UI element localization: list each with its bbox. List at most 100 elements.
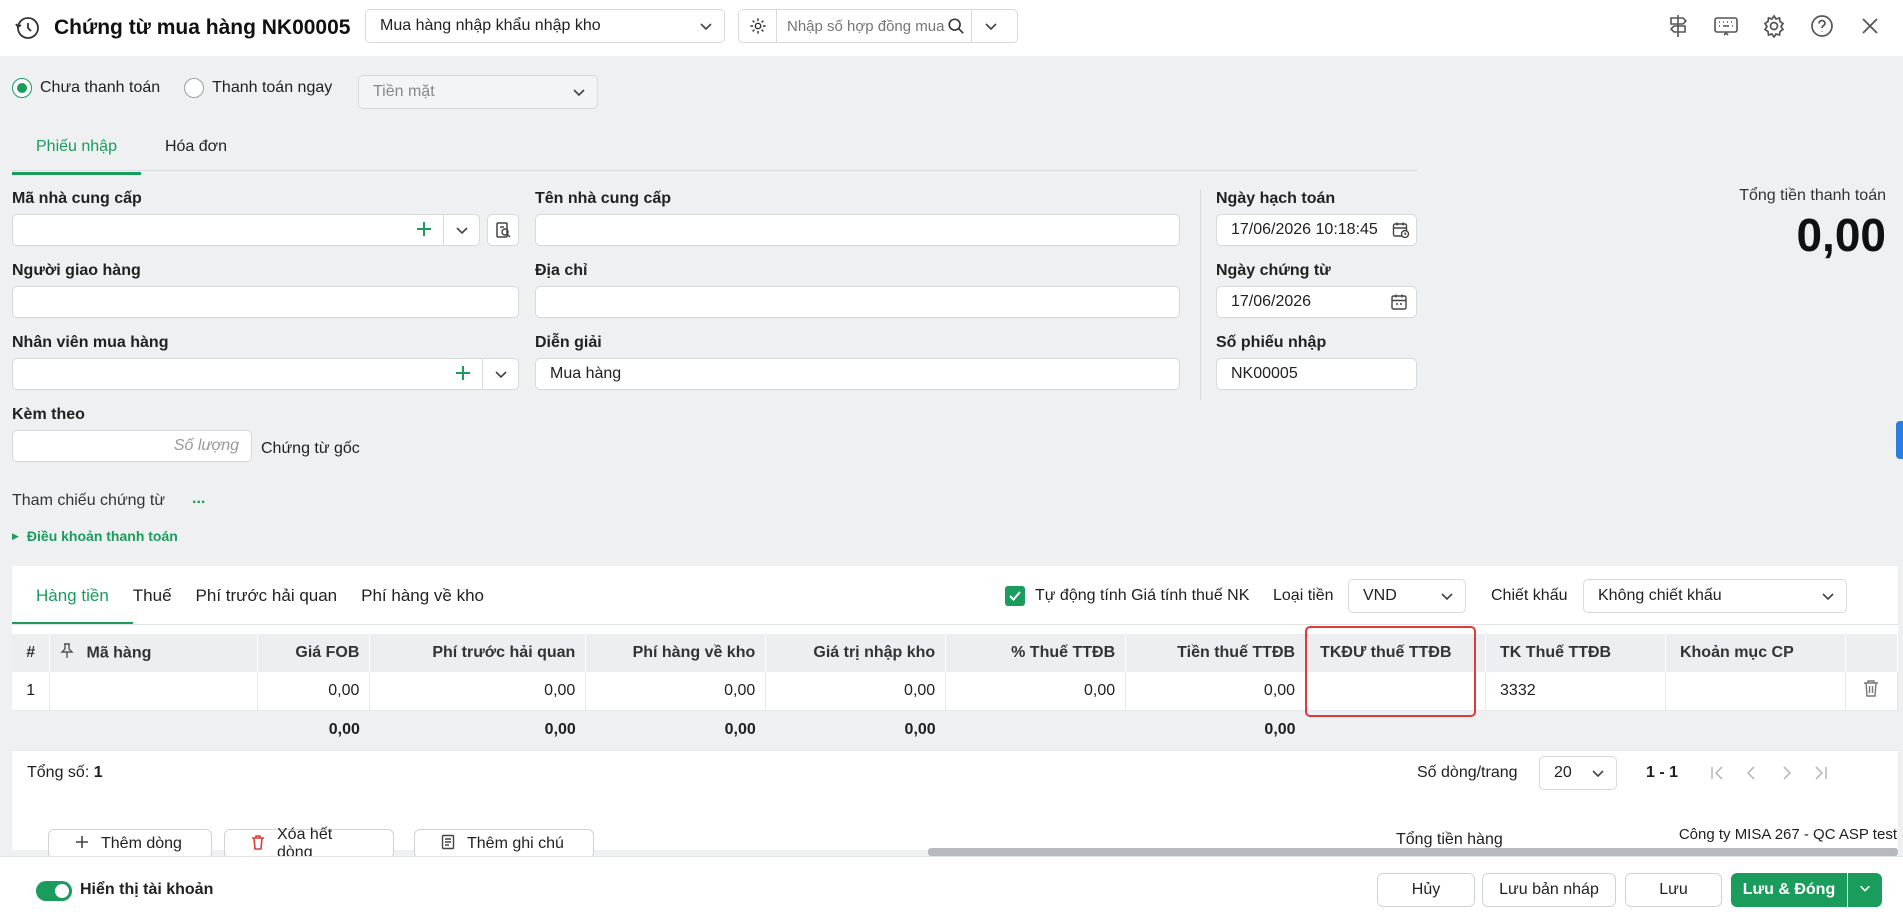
col-stock-value[interactable]: Giá trị nhập kho <box>765 634 947 672</box>
col-item-code[interactable]: Mã hàng <box>49 634 259 672</box>
cell-excise-rate[interactable]: 0,00 <box>945 672 1127 711</box>
keyboard-icon[interactable] <box>1713 12 1739 40</box>
signpost-icon[interactable] <box>1665 12 1691 40</box>
discount-select[interactable]: Không chiết khấu <box>1583 579 1847 613</box>
cell-cost-item[interactable] <box>1665 672 1846 711</box>
page-title: Chứng từ mua hàng NK00005 <box>54 16 351 39</box>
quantity-input[interactable]: Số lượng <box>12 430 252 462</box>
currency-label: Loại tiền <box>1273 587 1334 604</box>
cell-excise-account[interactable]: 3332 <box>1485 672 1666 711</box>
add-note-button[interactable]: Thêm ghi chú <box>414 829 594 856</box>
tab-receipt[interactable]: Phiếu nhập <box>12 130 141 175</box>
first-page-icon[interactable] <box>1708 764 1728 787</box>
receipt-no-input[interactable]: NK00005 <box>1216 358 1417 390</box>
cell-warehouse-fee[interactable]: 0,00 <box>585 672 767 711</box>
history-icon[interactable] <box>12 13 42 43</box>
cell-item-code[interactable] <box>49 672 259 711</box>
doc-date-input[interactable]: 17/06/2026 <box>1216 286 1417 318</box>
prev-page-icon[interactable] <box>1742 764 1762 787</box>
total-payment-value: 0,00 <box>1796 209 1886 261</box>
save-button[interactable]: Lưu <box>1625 873 1722 907</box>
clipboard-search-icon[interactable] <box>487 214 519 246</box>
save-close-button[interactable]: Lưu & Đóng <box>1731 873 1847 907</box>
rows-per-page-value: 20 <box>1554 764 1572 781</box>
search-icon[interactable] <box>947 17 971 35</box>
sum-index <box>12 710 50 751</box>
horizontal-scrollbar[interactable] <box>928 848 1898 856</box>
cell-excise-amount[interactable]: 0,00 <box>1125 672 1307 711</box>
next-page-icon[interactable] <box>1776 764 1796 787</box>
col-warehouse-fee[interactable]: Phí hàng về kho <box>585 634 767 672</box>
side-panel-handle[interactable] <box>1896 421 1903 459</box>
cell-pre-customs-fee[interactable]: 0,00 <box>369 672 587 711</box>
col-excise-amount[interactable]: Tiền thuế TTĐB <box>1125 634 1307 672</box>
col-excise-rate[interactable]: % Thuế TTĐB <box>945 634 1127 672</box>
pin-icon[interactable] <box>60 642 75 664</box>
auto-calc-option[interactable]: Tự động tính Giá tính thuế NK <box>1005 586 1249 606</box>
save-draft-button[interactable]: Lưu bản nháp <box>1482 873 1616 907</box>
add-row-button[interactable]: Thêm dòng <box>48 829 212 856</box>
payment-method-select[interactable]: Tiền mặt <box>358 75 598 109</box>
tabs-divider <box>12 170 1417 171</box>
sum-empty <box>1845 710 1898 751</box>
supplier-code-input[interactable] <box>12 214 480 246</box>
gear-icon[interactable] <box>739 10 777 42</box>
show-account-toggle[interactable] <box>36 881 72 901</box>
calendar-icon[interactable] <box>1390 293 1408 316</box>
close-icon[interactable] <box>1857 12 1883 40</box>
tab-pre-customs-fee[interactable]: Phí trước hải quan <box>184 570 350 625</box>
discount-label: Chiết khấu <box>1491 587 1568 604</box>
doc-date-label: Ngày chứng từ <box>1216 262 1331 279</box>
reference-more-link[interactable]: ... <box>192 490 205 508</box>
delete-all-button[interactable]: Xóa hết dòng <box>224 826 394 856</box>
checkbox-checked-icon[interactable] <box>1005 586 1025 606</box>
tab-warehouse-fee[interactable]: Phí hàng về kho <box>349 570 496 625</box>
radio-unpaid-label: Chưa thanh toán <box>40 79 161 96</box>
supplier-name-label: Tên nhà cung cấp <box>535 190 672 207</box>
col-item-code-label: Mã hàng <box>86 644 152 662</box>
cell-fob[interactable]: 0,00 <box>257 672 371 711</box>
chevron-down-icon[interactable] <box>482 359 518 389</box>
radio-pay-now[interactable] <box>184 78 205 98</box>
currency-value: VND <box>1363 587 1397 604</box>
plus-icon <box>75 835 89 854</box>
cancel-button[interactable]: Hủy <box>1377 873 1475 907</box>
sum-fob: 0,00 <box>257 710 370 751</box>
footer: Hiển thị tài khoản Hủy Lưu bản nháp Lưu … <box>0 856 1903 921</box>
save-options-button[interactable] <box>1848 873 1882 907</box>
supplier-code-label: Mã nhà cung cấp <box>12 190 142 207</box>
payment-terms-toggle[interactable]: ▶ Điều khoản thanh toán <box>12 528 178 544</box>
chevron-down-icon[interactable] <box>443 215 479 245</box>
chevron-down-icon <box>1820 588 1836 609</box>
supplier-name-input[interactable] <box>535 214 1180 246</box>
radio-unpaid[interactable] <box>12 78 32 98</box>
buyer-input[interactable] <box>12 358 519 390</box>
description-input[interactable]: Mua hàng <box>535 358 1180 390</box>
contract-dropdown-button[interactable] <box>971 10 1009 42</box>
col-pre-customs-fee[interactable]: Phí trước hải quan <box>369 634 587 672</box>
help-icon[interactable] <box>1809 12 1835 40</box>
last-page-icon[interactable] <box>1810 764 1830 787</box>
currency-select[interactable]: VND <box>1348 579 1466 613</box>
deliverer-label: Người giao hàng <box>12 262 141 279</box>
contract-input[interactable] <box>777 17 947 35</box>
col-cost-item[interactable]: Khoản mục CP <box>1665 634 1846 672</box>
tab-tax[interactable]: Thuế <box>133 570 184 625</box>
add-icon[interactable] <box>454 364 472 387</box>
posting-date-input[interactable]: 17/06/2026 10:18:45 <box>1216 214 1417 246</box>
cell-stock-value[interactable]: 0,00 <box>765 672 947 711</box>
table-row[interactable]: 1 0,00 0,00 0,00 0,00 0,00 0,00 3332 <box>12 672 1899 711</box>
col-excise-account[interactable]: TK Thuế TTĐB <box>1485 634 1666 672</box>
deliverer-input[interactable] <box>12 286 519 318</box>
add-icon[interactable] <box>415 220 433 243</box>
tab-goods[interactable]: Hàng tiền <box>12 570 133 625</box>
rows-per-page-select[interactable]: 20 <box>1539 756 1617 790</box>
settings-icon[interactable] <box>1761 12 1787 40</box>
goods-total-label: Tổng tiền hàng <box>1396 831 1503 848</box>
address-input[interactable] <box>535 286 1180 318</box>
col-fob[interactable]: Giá FOB <box>257 634 371 672</box>
calendar-clock-icon[interactable] <box>1392 221 1410 244</box>
tab-invoice[interactable]: Hóa đơn <box>141 130 251 175</box>
trash-icon[interactable] <box>1862 680 1880 702</box>
voucher-type-select[interactable]: Mua hàng nhập khẩu nhập kho <box>365 9 725 43</box>
